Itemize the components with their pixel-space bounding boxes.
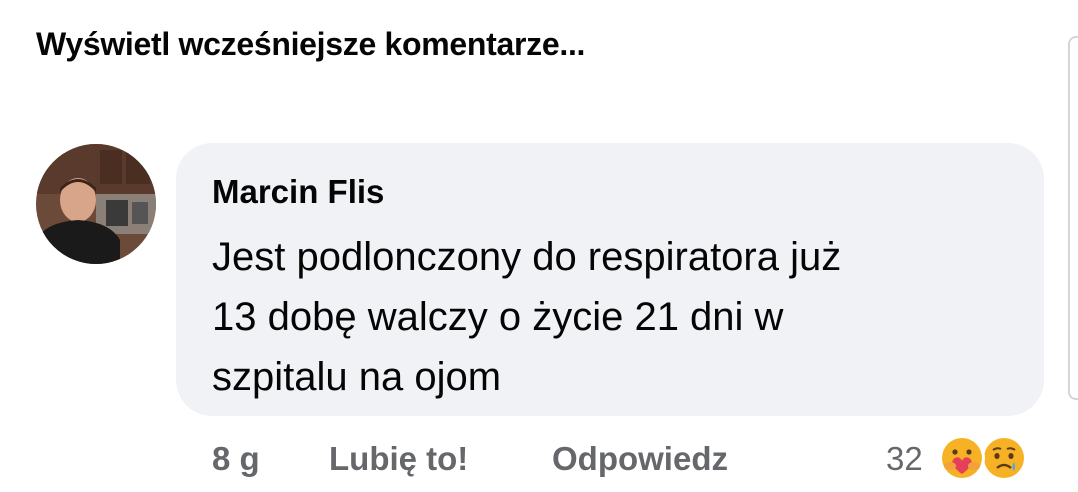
comment-text: Jest podlonczony do respiratora już 13 d… bbox=[212, 227, 1012, 407]
comment-bubble: Marcin Flis Jest podlonczony do respirat… bbox=[176, 143, 1044, 416]
view-previous-comments-link[interactable]: Wyświetl wcześniejsze komentarze... bbox=[36, 26, 585, 63]
comment-text-line: 13 dobę walczy o życie 21 dni w bbox=[212, 295, 784, 339]
adjacent-panel-edge bbox=[1068, 36, 1078, 400]
care-reaction-icon bbox=[939, 435, 985, 481]
reply-button[interactable]: Odpowiedz bbox=[552, 440, 728, 478]
avatar-photo bbox=[36, 144, 156, 264]
comment-text-line: szpitalu na ojom bbox=[212, 355, 502, 399]
reaction-count: 32 bbox=[886, 440, 923, 477]
comment-timestamp[interactable]: 8 g bbox=[212, 440, 260, 478]
avatar[interactable] bbox=[36, 144, 156, 264]
comment-text-line: Jest podlonczony do respiratora już bbox=[212, 235, 842, 279]
comment-author-name[interactable]: Marcin Flis bbox=[212, 173, 384, 211]
sad-reaction-icon bbox=[981, 435, 1027, 481]
like-button[interactable]: Lubię to! bbox=[329, 440, 468, 478]
